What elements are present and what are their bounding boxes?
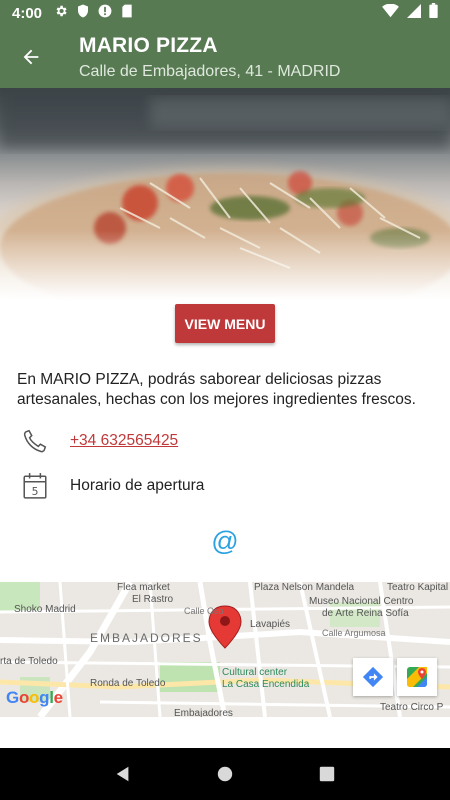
- directions-icon: [362, 666, 384, 688]
- map-label: Flea market: [117, 582, 170, 593]
- shield-icon: [77, 4, 89, 23]
- hours-row[interactable]: 5 Horario de apertura: [0, 468, 450, 504]
- map-label: Plaza Nelson Mandela: [254, 582, 355, 593]
- map-label: Ronda de Toledo: [90, 678, 166, 689]
- map-label: Teatro Kapital: [387, 582, 449, 593]
- map-label: El Rastro: [132, 594, 174, 605]
- map-label: La Casa Encendida: [222, 679, 310, 690]
- hero-image: [0, 88, 450, 300]
- settings-icon: [54, 4, 68, 23]
- restaurant-address: Calle de Embajadores, 41 - MADRID: [79, 63, 341, 80]
- nav-recents-button[interactable]: [307, 754, 347, 794]
- phone-link[interactable]: +34 632565425: [70, 432, 178, 450]
- map-label: Museo Nacional Centro: [309, 596, 414, 607]
- map-label: Teatro Circo P: [380, 702, 444, 713]
- map[interactable]: Flea market El Rastro Plaza Nelson Mande…: [0, 582, 450, 717]
- calendar-icon: 5: [20, 471, 50, 501]
- map-label: Calle Oso: [184, 606, 224, 616]
- battery-icon: [429, 3, 438, 23]
- map-label: EMBAJADORES: [90, 631, 203, 645]
- back-button[interactable]: [12, 38, 50, 76]
- sd-card-icon: [121, 4, 133, 23]
- svg-text:5: 5: [32, 485, 39, 498]
- phone-row: +34 632565425: [0, 423, 450, 459]
- nav-recents-icon: [319, 766, 335, 782]
- restaurant-title: MARIO PIZZA: [79, 34, 218, 57]
- map-label: Calle Argumosa: [322, 628, 386, 638]
- nav-back-icon: [116, 766, 129, 782]
- nav-home-icon: [217, 766, 233, 782]
- restaurant-description: En MARIO PIZZA, podrás saborear delicios…: [17, 371, 416, 408]
- nav-back-button[interactable]: [103, 754, 143, 794]
- back-arrow-icon: [23, 49, 39, 65]
- map-label: rta de Toledo: [0, 656, 58, 667]
- phone-icon: [20, 426, 50, 456]
- status-bar: 4:00: [0, 0, 450, 26]
- google-logo: Google: [6, 688, 63, 707]
- nav-home-button[interactable]: [205, 754, 245, 794]
- map-label: Cultural center: [222, 667, 288, 678]
- view-menu-button[interactable]: VIEW MENU: [175, 304, 275, 343]
- opening-hours-label: Horario de apertura: [70, 477, 205, 494]
- open-in-maps-button[interactable]: [397, 658, 437, 696]
- map-label: Shoko Madrid: [14, 604, 76, 615]
- alert-icon: [98, 4, 112, 23]
- directions-button[interactable]: [353, 658, 393, 696]
- navigation-bar: [0, 748, 450, 800]
- map-label: Lavapiés: [250, 619, 291, 630]
- map-label: de Arte Reina Sofía: [322, 608, 409, 619]
- google-maps-icon: [407, 667, 427, 687]
- status-time: 4:00: [12, 4, 43, 22]
- app-bar: MARIO PIZZA Calle de Embajadores, 41 - M…: [0, 26, 450, 88]
- signal-icon: [407, 3, 421, 23]
- email-button[interactable]: @: [210, 526, 240, 556]
- map-label: Embajadores: [174, 708, 233, 717]
- wifi-icon: [382, 3, 399, 23]
